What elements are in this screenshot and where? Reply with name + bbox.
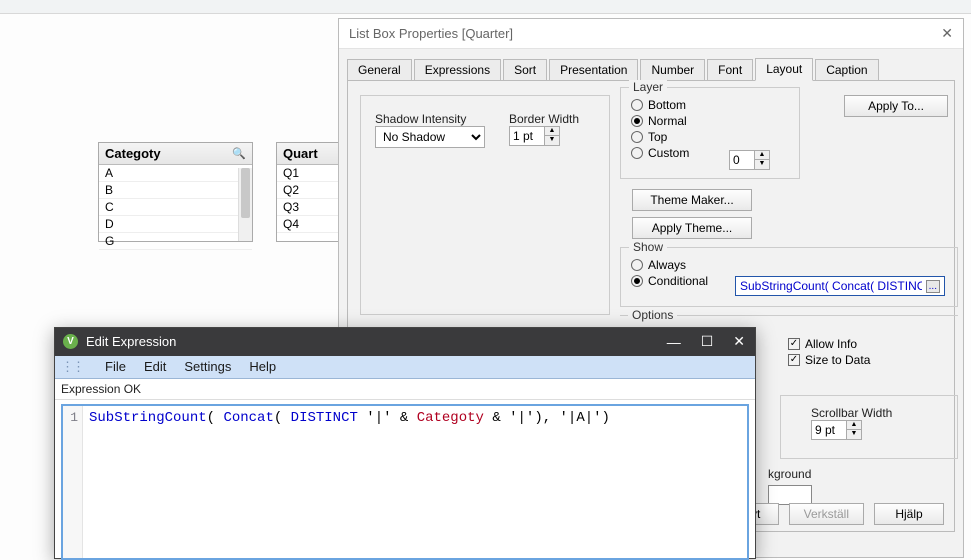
- group-title: Show: [629, 240, 667, 254]
- radio-conditional[interactable]: Conditional: [631, 274, 708, 288]
- label-border-width: Border Width: [509, 112, 579, 126]
- group-scrollbars: Scrollbar Width ▲▼: [780, 395, 958, 459]
- group-title: Layer: [629, 80, 667, 94]
- menu-edit[interactable]: Edit: [144, 359, 166, 375]
- condition-text: SubStringCount( Concat( DISTINC: [740, 279, 922, 293]
- button-apply[interactable]: Verkställ: [789, 503, 864, 525]
- tab-general[interactable]: General: [347, 59, 412, 81]
- menu-settings[interactable]: Settings: [184, 359, 231, 375]
- button-theme-maker[interactable]: Theme Maker...: [632, 189, 752, 211]
- spinner-custom-layer[interactable]: ▲▼: [729, 150, 770, 170]
- expr-title-text: Edit Expression: [86, 334, 176, 349]
- radio-always[interactable]: Always: [631, 258, 708, 272]
- list-item[interactable]: G: [99, 233, 252, 250]
- spin-buttons[interactable]: ▲▼: [755, 150, 770, 170]
- group-show: Show Always Conditional SubStringCount( …: [620, 247, 958, 307]
- close-icon[interactable]: ✕: [733, 333, 745, 350]
- listbox-rows[interactable]: A B C D G: [99, 165, 252, 250]
- dialog-edit-expression: V Edit Expression ― ☐ ✕ ⋮⋮ File Edit Set…: [54, 327, 756, 559]
- spin-buttons[interactable]: ▲▼: [545, 126, 560, 146]
- list-item[interactable]: A: [99, 165, 252, 182]
- list-item[interactable]: C: [99, 199, 252, 216]
- input-show-condition[interactable]: SubStringCount( Concat( DISTINC ...: [735, 276, 945, 296]
- button-apply-theme[interactable]: Apply Theme...: [632, 217, 752, 239]
- spin-buttons[interactable]: ▲▼: [847, 420, 862, 440]
- radio-normal[interactable]: Normal: [631, 114, 689, 128]
- expr-editor[interactable]: 1 SubStringCount( Concat( DISTINCT '|' &…: [61, 404, 749, 560]
- tab-strip: General Expressions Sort Presentation Nu…: [339, 49, 963, 80]
- radio-top[interactable]: Top: [631, 130, 689, 144]
- dialog-titlebar[interactable]: List Box Properties [Quarter] ✕: [339, 19, 963, 49]
- tab-number[interactable]: Number: [640, 59, 705, 81]
- input-custom-layer[interactable]: [729, 150, 755, 170]
- menu-grip[interactable]: ⋮⋮: [61, 359, 83, 375]
- spinner-border-width[interactable]: ▲▼: [509, 126, 579, 146]
- minimize-icon[interactable]: ―: [667, 334, 681, 350]
- input-border-width[interactable]: [509, 126, 545, 146]
- radio-custom[interactable]: Custom: [631, 146, 689, 160]
- button-apply-to[interactable]: Apply To...: [844, 95, 948, 117]
- label-background: kground: [768, 467, 811, 481]
- tab-expressions[interactable]: Expressions: [414, 59, 501, 81]
- line-gutter: 1: [63, 406, 83, 558]
- listbox-title: Categoty: [105, 146, 161, 161]
- listbox-categoty[interactable]: Categoty 🔍 A B C D G: [98, 142, 253, 242]
- tab-caption[interactable]: Caption: [815, 59, 878, 81]
- expr-titlebar[interactable]: V Edit Expression ― ☐ ✕: [55, 328, 755, 356]
- group-layer: Layer Bottom Normal Top Custom ▲▼: [620, 87, 800, 179]
- menu-file[interactable]: File: [105, 359, 126, 375]
- scrollbar[interactable]: [238, 168, 252, 241]
- listbox-title: Quart: [283, 146, 318, 161]
- label-scrollbar-width: Scrollbar Width: [811, 406, 892, 420]
- spinner-scrollbar-width[interactable]: ▲▼: [811, 420, 892, 440]
- group-title: Options: [628, 308, 677, 322]
- scroll-thumb[interactable]: [241, 168, 250, 218]
- dialog-title: List Box Properties [Quarter]: [349, 26, 513, 41]
- listbox-header[interactable]: Categoty 🔍: [99, 143, 252, 165]
- browser-chrome-strip: [0, 0, 971, 14]
- search-icon[interactable]: 🔍: [232, 147, 246, 160]
- label-shadow-intensity: Shadow Intensity: [375, 112, 485, 126]
- app-icon: V: [63, 334, 78, 349]
- tab-sort[interactable]: Sort: [503, 59, 547, 81]
- tab-font[interactable]: Font: [707, 59, 753, 81]
- code-line[interactable]: SubStringCount( Concat( DISTINCT '|' & C…: [89, 410, 610, 426]
- checkbox-size-to-data[interactable]: Size to Data: [788, 353, 870, 367]
- radio-bottom[interactable]: Bottom: [631, 98, 689, 112]
- tab-presentation[interactable]: Presentation: [549, 59, 638, 81]
- button-help[interactable]: Hjälp: [874, 503, 944, 525]
- input-scrollbar-width[interactable]: [811, 420, 847, 440]
- list-item[interactable]: B: [99, 182, 252, 199]
- list-item[interactable]: D: [99, 216, 252, 233]
- close-icon[interactable]: ✕: [941, 25, 953, 42]
- menu-help[interactable]: Help: [249, 359, 276, 375]
- checkbox-allow-info[interactable]: Allow Info: [788, 337, 870, 351]
- group-border: Shadow Intensity No Shadow Border Width …: [360, 95, 610, 315]
- expr-menubar: ⋮⋮ File Edit Settings Help: [55, 356, 755, 379]
- window-controls: ― ☐ ✕: [667, 333, 745, 350]
- maximize-icon[interactable]: ☐: [701, 333, 714, 350]
- select-shadow-intensity[interactable]: No Shadow: [375, 126, 485, 148]
- tab-layout[interactable]: Layout: [755, 58, 813, 81]
- app-workspace: Categoty 🔍 A B C D G Quart Q1 Q2 Q3 Q4 L…: [0, 14, 971, 560]
- dialog-footer: ryt Verkställ Hjälp: [729, 503, 944, 525]
- expr-status: Expression OK: [55, 379, 755, 400]
- color-picker-background[interactable]: [768, 485, 812, 505]
- button-edit-expression[interactable]: ...: [926, 280, 940, 293]
